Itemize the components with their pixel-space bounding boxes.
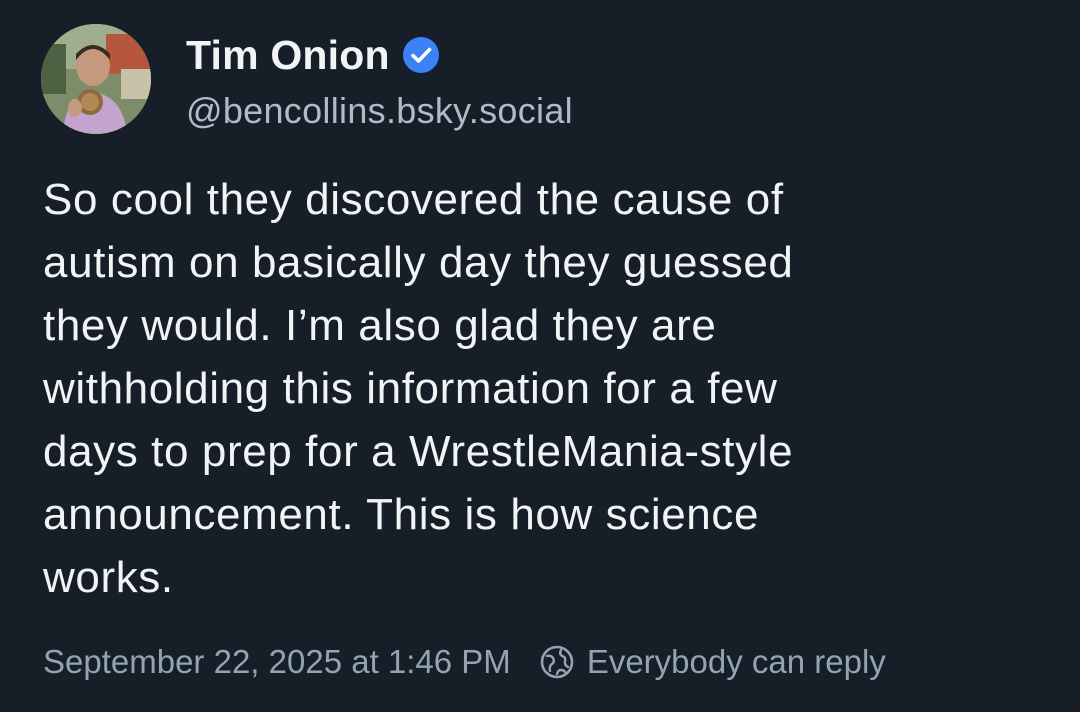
post-text: So cool they discovered the cause of aut…: [43, 175, 794, 602]
reply-setting-label: Everybody can reply: [586, 643, 886, 680]
author-handle[interactable]: @bencollins.bsky.social: [186, 90, 573, 132]
reply-settings[interactable]: Everybody can reply: [539, 643, 886, 681]
post-container: Tim Onion @bencollins.bsky.social So coo…: [0, 0, 1080, 712]
avatar[interactable]: [41, 24, 151, 134]
post-meta: September 22, 2025 at 1:46 PM Everybody …: [43, 643, 886, 681]
author-display-name[interactable]: Tim Onion: [186, 32, 390, 79]
author-name-row: Tim Onion: [186, 30, 573, 80]
globe-icon: [539, 644, 575, 680]
post-timestamp[interactable]: September 22, 2025 at 1:46 PM: [43, 643, 511, 681]
verified-check-icon[interactable]: [402, 36, 440, 74]
author-block: Tim Onion @bencollins.bsky.social: [186, 30, 573, 132]
avatar-photo: [41, 24, 151, 134]
